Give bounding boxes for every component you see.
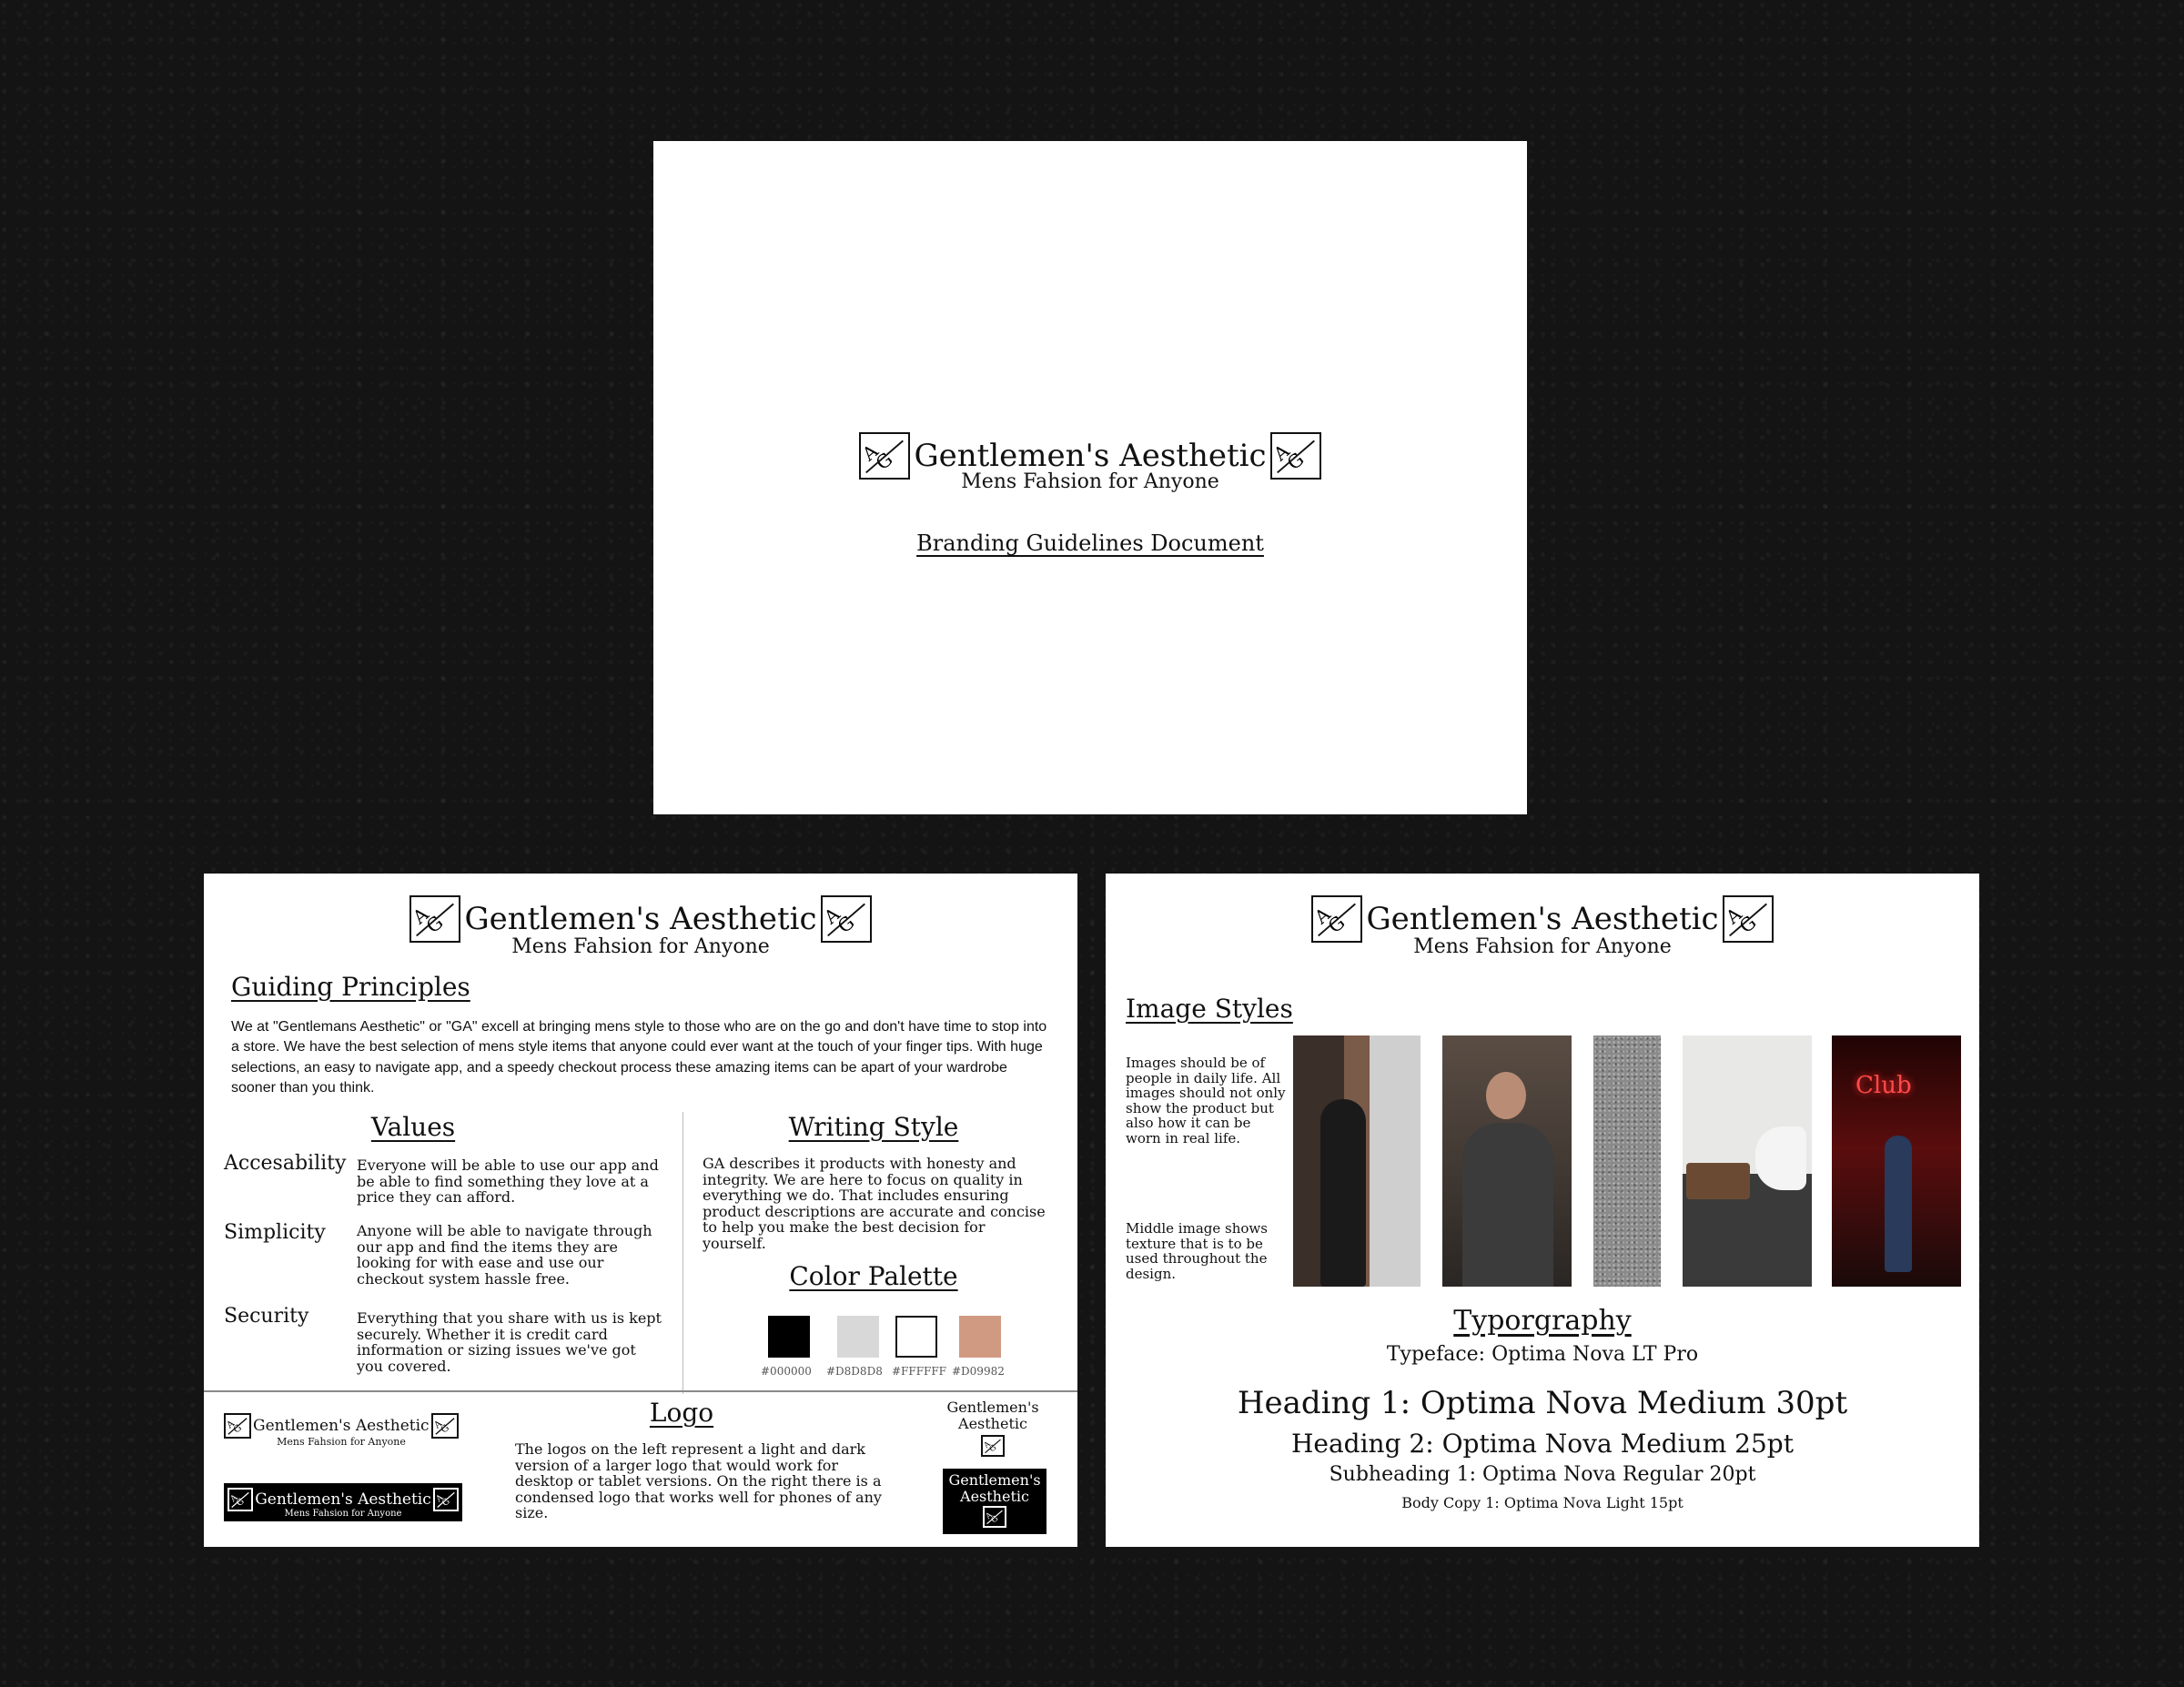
- ga-logo-icon: AG: [224, 1413, 251, 1439]
- values-heading: Values: [370, 1112, 456, 1142]
- guiding-principles-heading: Guiding Principles: [231, 972, 470, 1002]
- small-logo-dark: AG Gentlemen's Aesthetic AG Mens Fahsion…: [224, 1483, 462, 1521]
- ga-logo-icon: AG: [430, 1413, 459, 1439]
- cover-card: AG Gentlemen's Aesthetic AG Mens Fahsion…: [653, 141, 1527, 814]
- writing-style-heading: Writing Style: [788, 1112, 959, 1142]
- sneaker: [1755, 1126, 1806, 1190]
- value-text: Everyone will be able to use our app and…: [357, 1157, 659, 1207]
- brand-name: Gentlemen's Aesthetic: [253, 1417, 430, 1435]
- styles-card: AG Gentlemen's Aesthetic AG Mens Fahsion…: [1106, 874, 1979, 1547]
- swatch-black: [768, 1316, 810, 1358]
- condensed-line: Gentlemen's: [946, 1399, 1039, 1416]
- image-styles-text: Images should be of people in daily life…: [1126, 1055, 1286, 1147]
- swatch-label: #FFFFFF: [892, 1365, 947, 1378]
- guiding-principles-text: We at "Gentlemans Aesthetic" or "GA" exc…: [231, 1019, 1047, 1096]
- subheading-1-sample: Subheading 1: Optima Nova Regular 20pt: [1329, 1463, 1756, 1486]
- tagline: Mens Fahsion for Anyone: [1413, 935, 1672, 958]
- photo-man-sunglasses: [1442, 1035, 1572, 1287]
- swatch-gray: [837, 1316, 879, 1358]
- small-logo-tagline: Mens Fahsion for Anyone: [284, 1509, 402, 1519]
- condensed-logo-light: Gentlemen's Aesthetic AG: [943, 1399, 1043, 1458]
- swatch-white: [895, 1316, 937, 1358]
- typeface-label: Typeface: Optima Nova LT Pro: [1386, 1343, 1699, 1366]
- brand-name: Gentlemen's Aesthetic: [464, 901, 817, 937]
- principles-card: AG Gentlemen's Aesthetic AG Mens Fahsion…: [204, 874, 1077, 1547]
- person-head: [1486, 1072, 1526, 1119]
- image-styles-note: Middle image shows texture that is to be…: [1126, 1220, 1268, 1282]
- value-name: Security: [224, 1305, 309, 1328]
- person-silhouette: [1885, 1136, 1912, 1272]
- ga-logo-icon: AG: [983, 1506, 1006, 1529]
- condensed-line: Aesthetic: [958, 1414, 1027, 1432]
- photo-neon-club: Club: [1832, 1035, 1961, 1287]
- swatch-tan: [959, 1316, 1001, 1358]
- condensed-line: Aesthetic: [960, 1487, 1029, 1505]
- value-text: Anyone will be able to navigate through …: [357, 1222, 652, 1288]
- person-silhouette: [1320, 1099, 1366, 1287]
- swatch-label: #D09982: [952, 1365, 1005, 1378]
- body-copy-1-sample: Body Copy 1: Optima Nova Light 15pt: [1401, 1494, 1684, 1511]
- person-coat: [1462, 1123, 1553, 1287]
- ga-logo-icon: AG: [981, 1435, 1005, 1458]
- heading-1-sample: Heading 1: Optima Nova Medium 30pt: [1237, 1385, 1848, 1421]
- section-divider: [204, 1390, 1077, 1392]
- condensed-logo-dark: Gentlemen's Aesthetic AG: [943, 1469, 1046, 1534]
- value-name: Accesability: [224, 1152, 347, 1175]
- logo-text: The logos on the left represent a light …: [515, 1440, 882, 1522]
- brand-name: Gentlemen's Aesthetic: [1366, 901, 1719, 937]
- value-text: Everything that you share with us is kep…: [357, 1309, 662, 1375]
- typography-heading: Typorgraphy: [1453, 1305, 1632, 1337]
- photo-texture: [1593, 1035, 1661, 1287]
- logo-heading: Logo: [649, 1398, 714, 1428]
- small-logo-tagline: Mens Fahsion for Anyone: [277, 1436, 406, 1448]
- swatch-label: #D8D8D8: [826, 1365, 883, 1378]
- column-divider: [682, 1112, 683, 1394]
- brand-name: Gentlemen's Aesthetic: [914, 438, 1267, 474]
- image-styles-heading: Image Styles: [1126, 994, 1293, 1024]
- condensed-line: Gentlemen's: [948, 1471, 1041, 1489]
- brand-name: Gentlemen's Aesthetic: [255, 1490, 431, 1509]
- color-palette-heading: Color Palette: [789, 1261, 958, 1291]
- record-player: [1686, 1163, 1750, 1199]
- writing-style-text: GA describes it products with honesty an…: [703, 1155, 1046, 1252]
- heading-2-sample: Heading 2: Optima Nova Medium 25pt: [1291, 1429, 1794, 1459]
- value-name: Simplicity: [224, 1221, 326, 1244]
- neon-sign: Club: [1855, 1072, 1912, 1099]
- tagline: Mens Fahsion for Anyone: [511, 935, 770, 958]
- swatch-label: #000000: [761, 1365, 812, 1378]
- tagline: Mens Fahsion for Anyone: [961, 470, 1219, 493]
- document-title: Branding Guidelines Document: [916, 530, 1264, 556]
- photo-record-player: [1683, 1035, 1812, 1287]
- photo-woman-street: [1293, 1035, 1421, 1287]
